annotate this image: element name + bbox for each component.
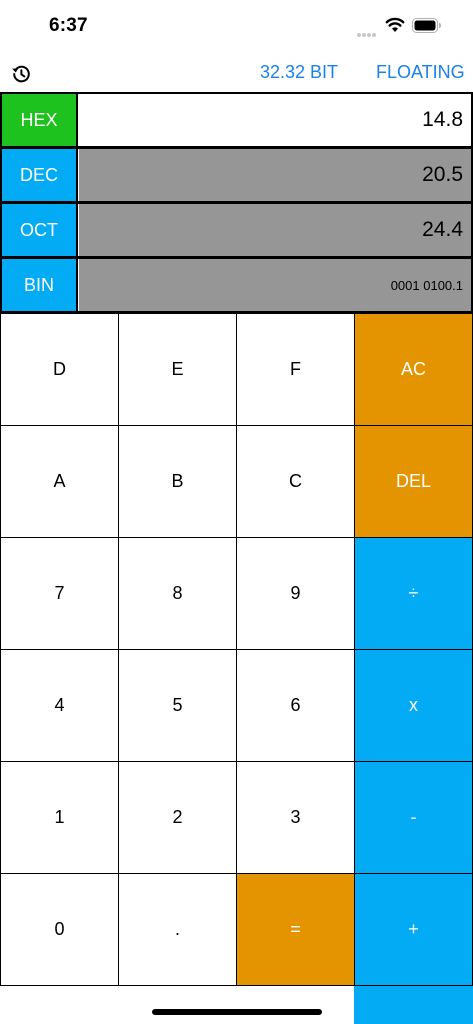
key-d[interactable]: D <box>0 313 119 426</box>
key-3[interactable]: 3 <box>236 761 355 874</box>
hex-value: 14.8 <box>79 94 471 146</box>
dec-label[interactable]: DEC <box>2 149 78 201</box>
home-indicator[interactable] <box>152 1009 322 1015</box>
minus-button[interactable]: - <box>354 761 473 874</box>
key-c[interactable]: C <box>236 425 355 538</box>
keypad: D E F AC A B C DEL 7 8 9 ÷ 4 5 6 x 1 2 3… <box>0 313 473 986</box>
bin-value: 0001 0100.1 <box>79 259 471 311</box>
bin-row[interactable]: BIN 0001 0100.1 <box>0 257 473 313</box>
hex-row[interactable]: HEX 14.8 <box>0 92 473 148</box>
toolbar: 32.32 BIT FLOATING <box>0 56 473 92</box>
key-4[interactable]: 4 <box>0 649 119 762</box>
key-a[interactable]: A <box>0 425 119 538</box>
equals-button[interactable]: = <box>236 873 355 986</box>
bit-size-button[interactable]: 32.32 BIT <box>260 62 338 83</box>
bin-label[interactable]: BIN <box>2 259 78 311</box>
oct-value: 24.4 <box>79 204 471 256</box>
key-8[interactable]: 8 <box>118 537 237 650</box>
key-1[interactable]: 1 <box>0 761 119 874</box>
key-e[interactable]: E <box>118 313 237 426</box>
wifi-icon <box>385 17 405 32</box>
battery-icon <box>412 18 441 33</box>
keypad-overflow-strip <box>354 986 473 1024</box>
signal-icon <box>357 24 377 42</box>
key-9[interactable]: 9 <box>236 537 355 650</box>
history-icon[interactable] <box>9 62 33 86</box>
oct-row[interactable]: OCT 24.4 <box>0 202 473 258</box>
clear-all-button[interactable]: AC <box>354 313 473 426</box>
key-2[interactable]: 2 <box>118 761 237 874</box>
key-6[interactable]: 6 <box>236 649 355 762</box>
key-7[interactable]: 7 <box>0 537 119 650</box>
number-mode-button[interactable]: FLOATING <box>376 62 465 83</box>
key-f[interactable]: F <box>236 313 355 426</box>
status-time: 6:37 <box>49 15 88 36</box>
dec-value: 20.5 <box>79 149 471 201</box>
delete-button[interactable]: DEL <box>354 425 473 538</box>
dec-row[interactable]: DEC 20.5 <box>0 147 473 203</box>
plus-button[interactable]: + <box>354 873 473 986</box>
key-0[interactable]: 0 <box>0 873 119 986</box>
oct-label[interactable]: OCT <box>2 204 78 256</box>
status-bar: 6:37 <box>0 0 473 54</box>
multiply-button[interactable]: x <box>354 649 473 762</box>
divide-button[interactable]: ÷ <box>354 537 473 650</box>
decimal-point-button[interactable]: . <box>118 873 237 986</box>
key-5[interactable]: 5 <box>118 649 237 762</box>
key-b[interactable]: B <box>118 425 237 538</box>
hex-label[interactable]: HEX <box>2 94 78 146</box>
